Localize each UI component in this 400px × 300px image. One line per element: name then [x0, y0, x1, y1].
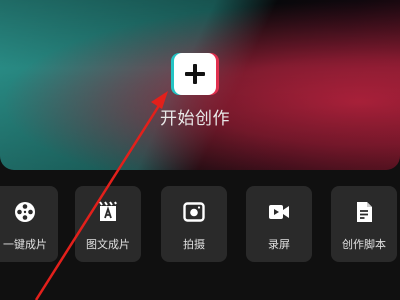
- tool-one-click-video[interactable]: 一键成片: [0, 186, 58, 262]
- tool-label: 图文成片: [86, 238, 130, 251]
- plus-icon: [184, 63, 206, 85]
- create-banner[interactable]: 开始创作: [0, 0, 400, 170]
- script-document-icon: [352, 200, 376, 224]
- tool-label: 创作脚本: [342, 238, 386, 251]
- tool-creation-script[interactable]: 创作脚本: [331, 186, 397, 262]
- tool-shoot[interactable]: 拍摄: [161, 186, 227, 262]
- tool-image-text-video[interactable]: 图文成片: [75, 186, 141, 262]
- start-create-button[interactable]: [174, 53, 216, 95]
- text-document-icon: [96, 200, 120, 224]
- camera-icon: [182, 200, 206, 224]
- film-reel-icon: [13, 200, 37, 224]
- tool-label: 拍摄: [183, 238, 205, 251]
- tool-row: 一键成片 图文成片 拍摄 录屏 创作脚本: [0, 186, 400, 266]
- video-record-icon: [267, 200, 291, 224]
- tool-screen-record[interactable]: 录屏: [246, 186, 312, 262]
- start-create-label: 开始创作: [160, 109, 230, 129]
- tool-label: 录屏: [268, 238, 290, 251]
- tool-label: 一键成片: [3, 238, 47, 251]
